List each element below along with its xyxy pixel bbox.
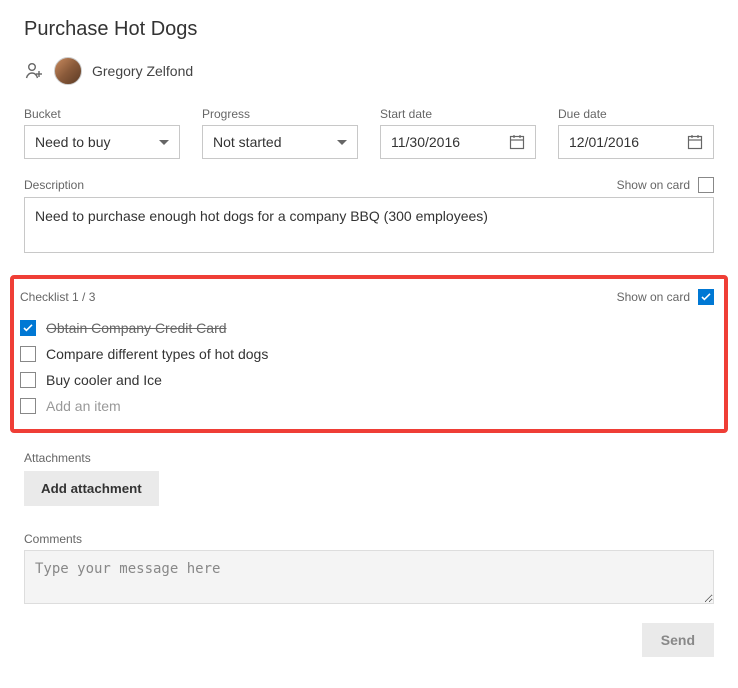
- due-date-field: Due date 12/01/2016: [558, 107, 714, 159]
- due-date-value: 12/01/2016: [569, 134, 639, 150]
- progress-value: Not started: [213, 134, 281, 150]
- bucket-label: Bucket: [24, 107, 180, 121]
- comments-label: Comments: [24, 532, 714, 546]
- checklist-items: Obtain Company Credit Card Compare diffe…: [20, 315, 714, 419]
- checkbox-checked[interactable]: [20, 320, 36, 336]
- start-date-input[interactable]: 11/30/2016: [380, 125, 536, 159]
- checkbox-unchecked[interactable]: [698, 177, 714, 193]
- assignee-name: Gregory Zelfond: [92, 63, 193, 79]
- checklist-label: Checklist 1 / 3: [20, 290, 95, 304]
- checkbox-unchecked[interactable]: [20, 398, 36, 414]
- calendar-icon: [509, 134, 525, 150]
- due-date-label: Due date: [558, 107, 714, 121]
- add-attachment-button[interactable]: Add attachment: [24, 471, 159, 506]
- checklist-item-text: Obtain Company Credit Card: [46, 320, 227, 336]
- task-title[interactable]: Purchase Hot Dogs: [24, 18, 714, 41]
- bucket-select[interactable]: Need to buy: [24, 125, 180, 159]
- chevron-down-icon: [337, 140, 347, 145]
- due-date-input[interactable]: 12/01/2016: [558, 125, 714, 159]
- checklist-item-text: Buy cooler and Ice: [46, 372, 162, 388]
- show-on-card-label: Show on card: [617, 178, 690, 192]
- checklist-item[interactable]: Obtain Company Credit Card: [20, 315, 714, 341]
- attachments-label: Attachments: [24, 451, 714, 465]
- check-icon: [23, 324, 33, 332]
- description-input[interactable]: Need to purchase enough hot dogs for a c…: [24, 197, 714, 253]
- checkbox-checked[interactable]: [698, 289, 714, 305]
- check-icon: [701, 293, 711, 301]
- start-date-field: Start date 11/30/2016: [380, 107, 536, 159]
- description-header: Description Show on card: [24, 177, 714, 193]
- chevron-down-icon: [159, 140, 169, 145]
- start-date-label: Start date: [380, 107, 536, 121]
- checkbox-unchecked[interactable]: [20, 372, 36, 388]
- start-date-value: 11/30/2016: [391, 134, 460, 150]
- show-on-card-label: Show on card: [617, 290, 690, 304]
- checkbox-unchecked[interactable]: [20, 346, 36, 362]
- checklist-item[interactable]: Buy cooler and Ice: [20, 367, 714, 393]
- description-label: Description: [24, 178, 84, 192]
- description-show-on-card[interactable]: Show on card: [617, 177, 714, 193]
- checklist-show-on-card[interactable]: Show on card: [617, 289, 714, 305]
- assignee-row: Gregory Zelfond: [24, 57, 714, 85]
- fields-row: Bucket Need to buy Progress Not started …: [24, 107, 714, 159]
- calendar-icon: [687, 134, 703, 150]
- bucket-field: Bucket Need to buy: [24, 107, 180, 159]
- send-button[interactable]: Send: [642, 623, 714, 657]
- checklist-add-placeholder: Add an item: [46, 398, 121, 414]
- progress-label: Progress: [202, 107, 358, 121]
- checklist-section: Checklist 1 / 3 Show on card Obtain Comp…: [10, 275, 728, 433]
- progress-select[interactable]: Not started: [202, 125, 358, 159]
- checklist-item[interactable]: Compare different types of hot dogs: [20, 341, 714, 367]
- attachments-section: Attachments Add attachment: [24, 451, 714, 506]
- checklist-add-item[interactable]: Add an item: [20, 393, 714, 419]
- bucket-value: Need to buy: [35, 134, 111, 150]
- add-user-icon[interactable]: [24, 61, 44, 81]
- comments-input[interactable]: [24, 550, 714, 604]
- avatar[interactable]: [54, 57, 82, 85]
- checklist-item-text: Compare different types of hot dogs: [46, 346, 268, 362]
- progress-field: Progress Not started: [202, 107, 358, 159]
